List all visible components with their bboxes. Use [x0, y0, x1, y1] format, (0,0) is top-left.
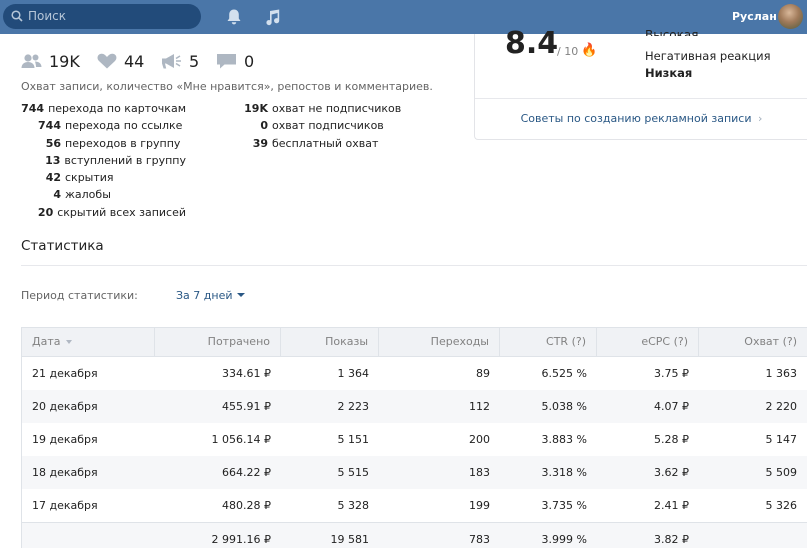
sort-down-icon — [66, 340, 73, 344]
table-row: 20 декабря 455.91 ₽ 2 223 112 5.038 % 4.… — [22, 390, 807, 423]
divider — [21, 265, 807, 266]
relevance-max: / 10 — [557, 45, 579, 58]
col-ctr[interactable]: CTR (?) — [500, 328, 597, 356]
users-icon — [21, 54, 42, 68]
reach-stat: 19K — [21, 51, 80, 71]
stats-description: Охват записи, количество «Мне нравится»,… — [21, 80, 433, 93]
list-item: 4 жалобы — [53, 188, 111, 202]
list-item: 744 перехода по карточкам — [21, 102, 186, 115]
table-total-row: 2 991.16 ₽ 19 581 783 3.999 % 3.82 ₽ — [22, 522, 807, 548]
bell-icon[interactable] — [226, 8, 242, 26]
likes-stat: 44 — [96, 51, 145, 71]
col-impressions[interactable]: Показы — [281, 328, 379, 356]
period-dropdown[interactable]: За 7 дней — [176, 289, 245, 302]
user-name[interactable]: Руслан — [732, 10, 777, 23]
list-item: 20 скрытий всех записей — [37, 205, 186, 219]
metrics-left-list: 744 перехода по карточкам 744 перехода по … — [21, 102, 186, 223]
tips-link[interactable]: Советы по созданию рекламной записи › — [475, 112, 807, 125]
list-item: 42 скрытия — [45, 171, 114, 185]
col-reach[interactable]: Охват (?) — [699, 328, 807, 356]
negative-reaction-value: Низкая — [645, 66, 693, 80]
list-item: 13 вступлений в группу — [45, 153, 186, 167]
table-row: 18 декабря 664.22 ₽ 5 515 183 3.318 % 3.… — [22, 456, 807, 489]
fire-icon: 🔥 — [581, 43, 598, 58]
search-input[interactable]: Поиск — [28, 9, 66, 23]
relevance-card: 8.4 / 10 🔥 Высокая Негативная реакция Ни… — [474, 26, 807, 140]
chevron-right-icon: › — [758, 112, 763, 125]
list-item: 39 бесплатный охват — [252, 136, 379, 150]
metrics-right-list: 19K охват не подписчиков 0 охват подписчик… — [228, 102, 428, 154]
list-item: 56 переходов в группу — [45, 136, 181, 150]
table-header: Дата Потрачено Показы Переходы CTR (?) e… — [22, 327, 807, 357]
col-ecpc[interactable]: eCPC (?) — [597, 328, 699, 356]
list-item: 0 охват подписчиков — [260, 119, 384, 133]
section-title: Статистика — [21, 238, 104, 254]
negative-reaction-label: Негативная реакция — [645, 49, 771, 63]
list-item: 744 перехода по ссылке — [38, 119, 183, 133]
search-box[interactable]: Поиск — [3, 4, 201, 29]
music-icon[interactable] — [264, 8, 280, 26]
search-icon — [11, 10, 23, 22]
megaphone-icon — [162, 54, 181, 69]
likes-value: 44 — [124, 51, 145, 71]
stats-table: Дата Потрачено Показы Переходы CTR (?) e… — [21, 327, 807, 548]
reposts-value: 5 — [189, 51, 200, 71]
avatar[interactable] — [778, 4, 803, 29]
comments-value: 0 — [244, 51, 255, 71]
comment-icon — [217, 54, 236, 69]
reposts-stat: 5 — [161, 51, 200, 71]
period-label: Период статистики: — [21, 289, 138, 302]
heart-icon — [97, 53, 117, 69]
col-spent[interactable]: Потрачено — [155, 328, 281, 356]
table-row: 19 декабря 1 056.14 ₽ 5 151 200 3.883 % … — [32, 433, 797, 446]
list-item: 19K охват не подписчиков — [244, 102, 402, 115]
reach-value: 19K — [49, 51, 80, 71]
col-date[interactable]: Дата — [22, 328, 155, 356]
table-row: 21 декабря 334.61 ₽ 1 364 89 6.525 % 3.7… — [32, 367, 797, 380]
col-clicks[interactable]: Переходы — [379, 328, 500, 356]
table-row: 17 декабря 480.28 ₽ 5 328 199 3.735 % 2.… — [32, 499, 797, 512]
comments-stat: 0 — [216, 51, 255, 71]
chevron-down-icon — [236, 293, 245, 297]
positive-reaction-value: Высокая — [645, 28, 699, 36]
relevance-score: 8.4 — [505, 26, 559, 61]
divider — [475, 98, 807, 99]
